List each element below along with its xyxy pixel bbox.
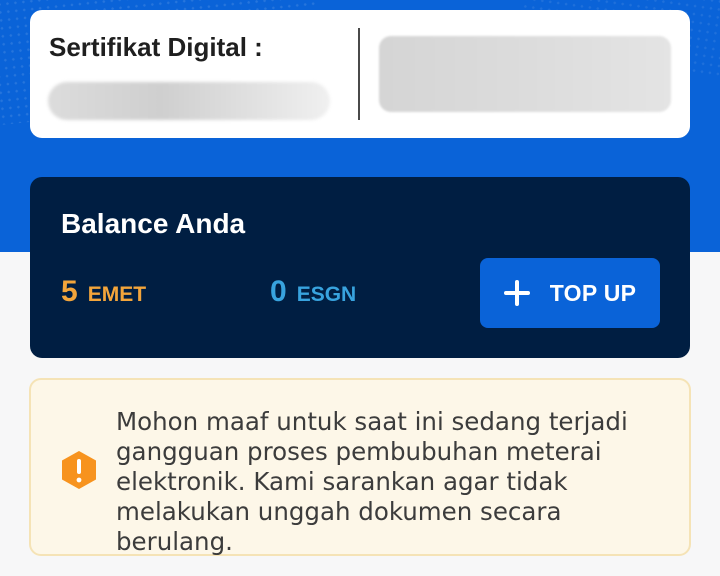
notice-line: Mohon maaf untuk saat ini sedang terjadi bbox=[116, 407, 628, 436]
certificate-card: Sertifikat Digital : bbox=[30, 10, 690, 138]
plus-icon bbox=[503, 280, 530, 306]
certificate-name-redacted bbox=[48, 82, 330, 120]
notice-line: melakukan unggah dokumen secara berulang… bbox=[116, 497, 562, 556]
emet-value: 5 bbox=[61, 275, 78, 308]
esgn-balance: 0 ESGN bbox=[270, 275, 356, 309]
balance-title: Balance Anda bbox=[61, 208, 246, 239]
emet-balance: 5 EMET bbox=[61, 275, 146, 309]
top-up-button[interactable]: TOP UP bbox=[480, 258, 660, 328]
notice-text: Mohon maaf untuk saat ini sedang terjadi… bbox=[116, 407, 676, 557]
divider bbox=[358, 28, 360, 120]
certificate-title: Sertifikat Digital : bbox=[49, 32, 263, 62]
certificate-status-redacted bbox=[379, 36, 671, 112]
top-up-label: TOP UP bbox=[549, 279, 637, 306]
esgn-unit: ESGN bbox=[296, 283, 357, 306]
notice-line: gangguan proses pembubuhan meterai bbox=[116, 437, 602, 466]
warning-hexagon-icon bbox=[62, 451, 96, 489]
notice-banner: Mohon maaf untuk saat ini sedang terjadi… bbox=[29, 378, 691, 556]
notice-line: elektronik. Kami sarankan agar tidak bbox=[116, 467, 568, 496]
esgn-value: 0 bbox=[270, 275, 287, 308]
balance-card: Balance Anda 5 EMET 0 ESGN TOP UP bbox=[30, 177, 690, 358]
emet-unit: EMET bbox=[87, 283, 147, 306]
